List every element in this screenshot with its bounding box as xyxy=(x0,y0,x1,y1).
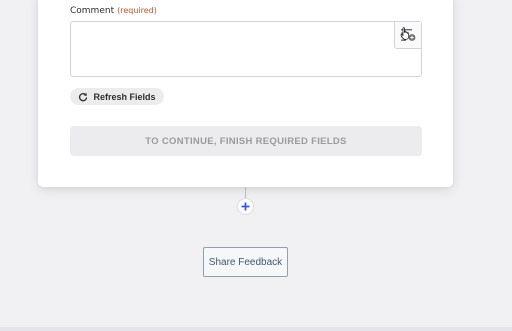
required-tag: (required) xyxy=(117,6,157,15)
insert-data-button[interactable] xyxy=(394,22,421,49)
page-bottom-strip xyxy=(0,327,512,331)
refresh-fields-button[interactable]: Refresh Fields xyxy=(70,88,164,105)
share-feedback-button[interactable]: Share Feedback xyxy=(203,247,288,277)
comment-label: Comment xyxy=(70,6,115,16)
comment-textarea[interactable] xyxy=(70,21,422,77)
continue-button[interactable]: TO CONTINUE, FINISH REQUIRED FIELDS xyxy=(70,126,422,156)
comment-field-label: Comment (required) xyxy=(70,5,157,17)
refresh-icon xyxy=(79,92,88,101)
refresh-fields-label: Refresh Fields xyxy=(93,91,156,102)
step-config-card: Comment (required) Refresh Fields TO CON… xyxy=(38,0,453,187)
hand-cursor-icon xyxy=(400,27,410,40)
continue-label: TO CONTINUE, FINISH REQUIRED FIELDS xyxy=(145,135,347,147)
plus-icon xyxy=(241,202,250,211)
share-feedback-label: Share Feedback xyxy=(208,256,283,268)
add-step-button[interactable] xyxy=(237,198,254,215)
